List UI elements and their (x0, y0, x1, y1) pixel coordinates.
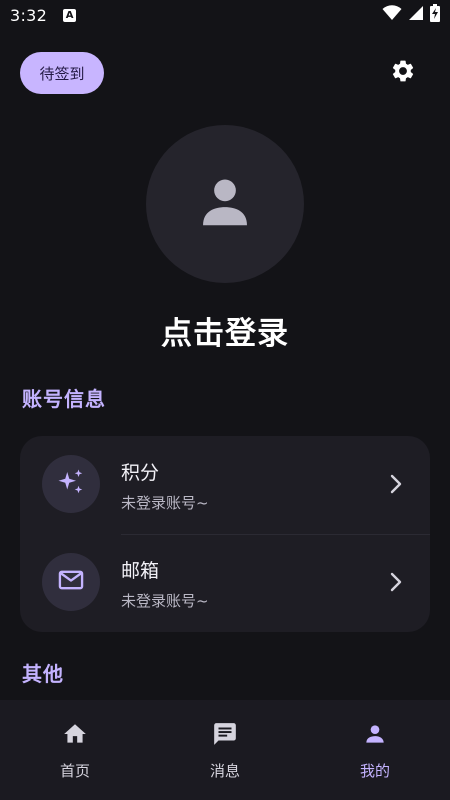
checkin-button[interactable]: 待签到 (20, 52, 104, 94)
email-title: 邮箱 (121, 560, 160, 582)
nav-label-profile: 我的 (359, 762, 390, 780)
account-row-email[interactable]: 邮箱 未登录账号~ (20, 534, 430, 632)
account-info-card: 积分 未登录账号~ 邮箱 未登录账号~ (20, 436, 430, 632)
status-time: 3:32 (10, 5, 48, 25)
email-subtitle: 未登录账号~ (121, 592, 209, 610)
section-title-account: 账号信息 (22, 387, 106, 411)
notification-icon: A (63, 8, 77, 22)
avatar[interactable] (146, 125, 304, 283)
home-icon (61, 720, 89, 748)
points-icon-circle (42, 455, 100, 513)
person-icon (194, 171, 256, 237)
nav-label-home: 首页 (59, 762, 90, 780)
status-icons (382, 4, 440, 26)
profile-screen: 3:32 A 待签到 点击登录 账号信息 积分 未登录账号~ 邮箱 未登录账号~… (0, 0, 450, 800)
mail-icon (57, 566, 85, 598)
person-icon (361, 720, 389, 748)
chevron-right-icon (388, 571, 404, 593)
points-subtitle: 未登录账号~ (121, 494, 209, 512)
account-row-points[interactable]: 积分 未登录账号~ (20, 436, 430, 534)
gear-icon (390, 58, 416, 88)
settings-button[interactable] (388, 58, 418, 88)
nav-item-messages[interactable]: 消息 (150, 700, 300, 800)
points-title: 积分 (121, 462, 160, 484)
login-prompt[interactable]: 点击登录 (0, 308, 450, 353)
email-icon-circle (42, 553, 100, 611)
cellular-signal-icon (408, 5, 424, 25)
status-bar: 3:32 A (0, 0, 450, 30)
bottom-navigation: 首页 消息 我的 (0, 700, 450, 800)
battery-charging-icon (430, 4, 440, 26)
nav-item-profile[interactable]: 我的 (300, 700, 450, 800)
chevron-right-icon (388, 473, 404, 495)
message-icon (211, 720, 239, 748)
nav-label-messages: 消息 (209, 762, 240, 780)
wifi-icon (382, 5, 402, 25)
sparkles-icon (56, 467, 86, 501)
section-title-other: 其他 (22, 662, 64, 686)
nav-item-home[interactable]: 首页 (0, 700, 150, 800)
